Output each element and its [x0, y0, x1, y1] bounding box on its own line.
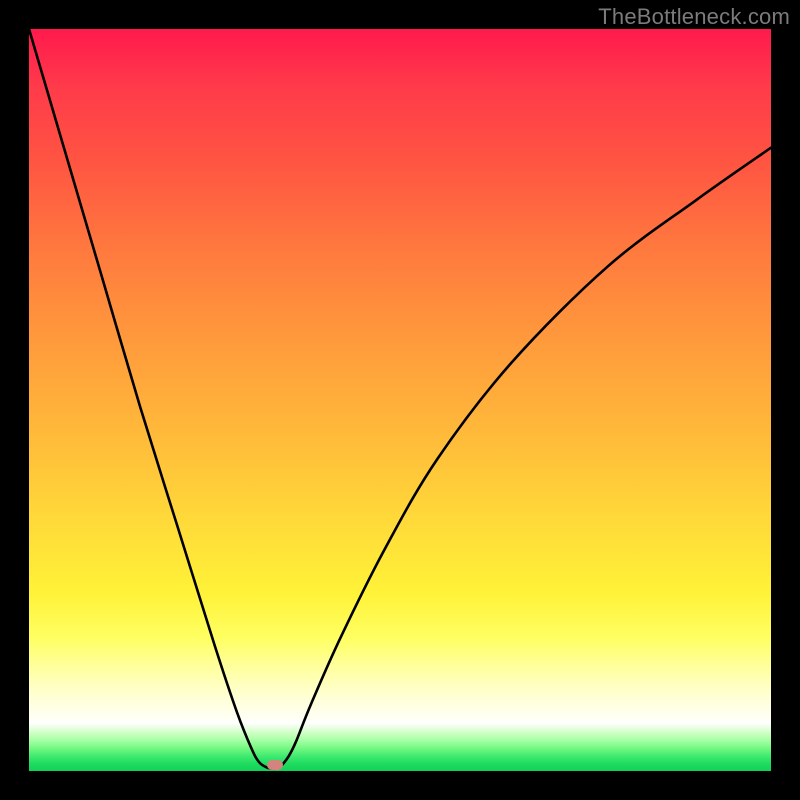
watermark-text: TheBottleneck.com	[598, 4, 790, 30]
bottleneck-curve	[29, 29, 771, 771]
min-marker	[267, 760, 283, 770]
plot-area	[29, 29, 771, 771]
chart-frame: TheBottleneck.com	[0, 0, 800, 800]
